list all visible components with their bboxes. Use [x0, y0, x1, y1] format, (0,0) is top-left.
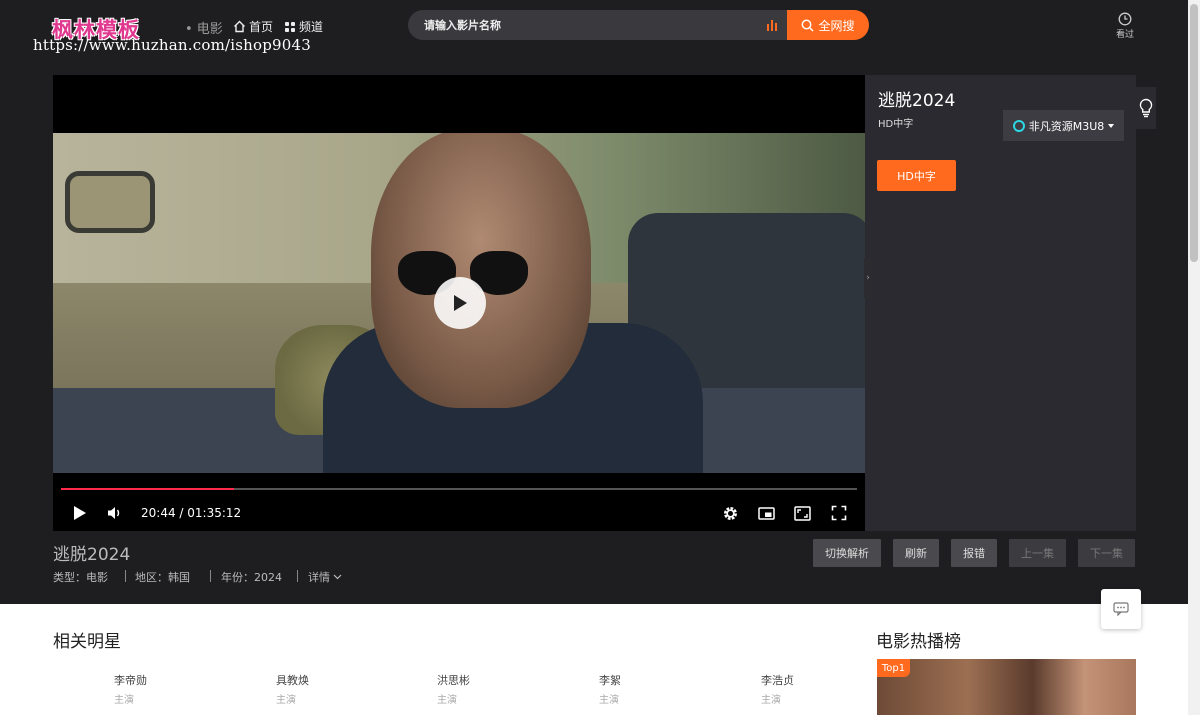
star-name[interactable]: 具教焕 [276, 672, 309, 688]
star-role: 主演 [761, 695, 781, 706]
star-name[interactable]: 洪思彬 [437, 672, 470, 688]
movie-title: 逃脱2024 [53, 545, 131, 565]
panel-subtitle: HD中字 [878, 119, 914, 130]
chevron-down-icon [1108, 123, 1115, 128]
star-name[interactable]: 李帝勋 [114, 672, 147, 688]
settings-gear-icon[interactable] [722, 505, 739, 522]
stars-section-title: 相关明星 [53, 632, 121, 652]
shop-url-watermark: https://www.huzhan.com/ishop9043 [33, 36, 312, 54]
meta-year: 年份：2024 [221, 571, 282, 584]
next-episode-button[interactable]: 下一集 [1078, 539, 1135, 567]
clock-icon [1118, 12, 1132, 26]
play-icon [454, 295, 467, 311]
source-status-icon [1012, 119, 1025, 132]
star-role: 主演 [114, 695, 134, 706]
picture-in-picture-icon[interactable] [758, 505, 775, 522]
meta-region: 地区：韩国 [135, 571, 190, 584]
hot-section-title: 电影热播榜 [876, 632, 961, 652]
scroll-thumb[interactable] [1190, 4, 1198, 262]
grid-icon [285, 21, 295, 32]
nav-channel-label: 频道 [299, 20, 324, 34]
source-selector[interactable]: 非凡资源M3U8 [1003, 110, 1124, 141]
history-button[interactable]: 看过 [1113, 12, 1137, 40]
episode-button[interactable]: HD中字 [877, 160, 956, 191]
volume-icon[interactable] [107, 505, 123, 521]
progress-fill [61, 488, 235, 490]
light-toggle[interactable] [1136, 87, 1156, 129]
search-button[interactable]: 全网搜 [787, 10, 869, 40]
fullscreen-icon[interactable] [831, 505, 847, 521]
progress-bar[interactable] [61, 488, 857, 490]
play-icon[interactable] [72, 505, 88, 521]
rank-badge: Top1 [877, 659, 910, 677]
star-role: 主演 [276, 695, 296, 706]
big-play-button[interactable] [434, 277, 486, 329]
meta-divider [297, 570, 298, 582]
source-label: 非凡资源M3U8 [1028, 119, 1105, 133]
nav-home[interactable]: 首页 [233, 18, 273, 35]
current-category: • 电影 [185, 22, 223, 37]
panel-title: 逃脱2024 [878, 91, 956, 111]
switch-parser-button[interactable]: 切换解析 [813, 539, 881, 567]
page-scrollbar[interactable] [1188, 0, 1200, 715]
meta-divider [210, 570, 211, 582]
search-icon [802, 19, 815, 32]
details-label: 详情 [308, 571, 330, 584]
meta-divider [125, 570, 126, 582]
history-label: 看过 [1115, 30, 1134, 40]
nav-home-label: 首页 [249, 20, 274, 34]
details-toggle[interactable]: 详情 [308, 569, 342, 585]
search-box [408, 10, 788, 40]
home-icon [234, 20, 245, 33]
chevron-right-icon: › [866, 273, 870, 283]
episode-panel: 逃脱2024 HD中字 非凡资源M3U8 HD中字 [865, 75, 1136, 531]
lightbulb-icon [1139, 98, 1153, 118]
chevron-down-icon [333, 574, 342, 580]
time-display: 20:44 / 01:35:12 [141, 506, 242, 520]
star-name[interactable]: 李浩贞 [761, 672, 794, 688]
nav-channel[interactable]: 频道 [284, 18, 323, 35]
web-fullscreen-icon[interactable] [794, 505, 811, 522]
hot-movie-card[interactable]: Top1 [877, 659, 1136, 715]
trending-bars-icon[interactable] [766, 19, 778, 31]
feedback-button[interactable] [1101, 589, 1141, 629]
refresh-button[interactable]: 刷新 [893, 539, 939, 567]
search-input[interactable] [424, 10, 754, 40]
chat-icon [1113, 602, 1129, 616]
video-player[interactable]: 20:44 / 01:35:12 [53, 75, 865, 531]
star-name[interactable]: 李絮 [599, 672, 621, 688]
prev-episode-button[interactable]: 上一集 [1009, 539, 1066, 567]
star-role: 主演 [599, 695, 619, 706]
report-error-button[interactable]: 报错 [951, 539, 997, 567]
top-header: 枫林模板 https://www.huzhan.com/ishop9043 • … [0, 0, 1188, 60]
star-role: 主演 [437, 695, 457, 706]
meta-type: 类型：电影 [53, 571, 108, 584]
search-button-label: 全网搜 [818, 18, 855, 33]
panel-toggle[interactable]: › [864, 258, 872, 298]
